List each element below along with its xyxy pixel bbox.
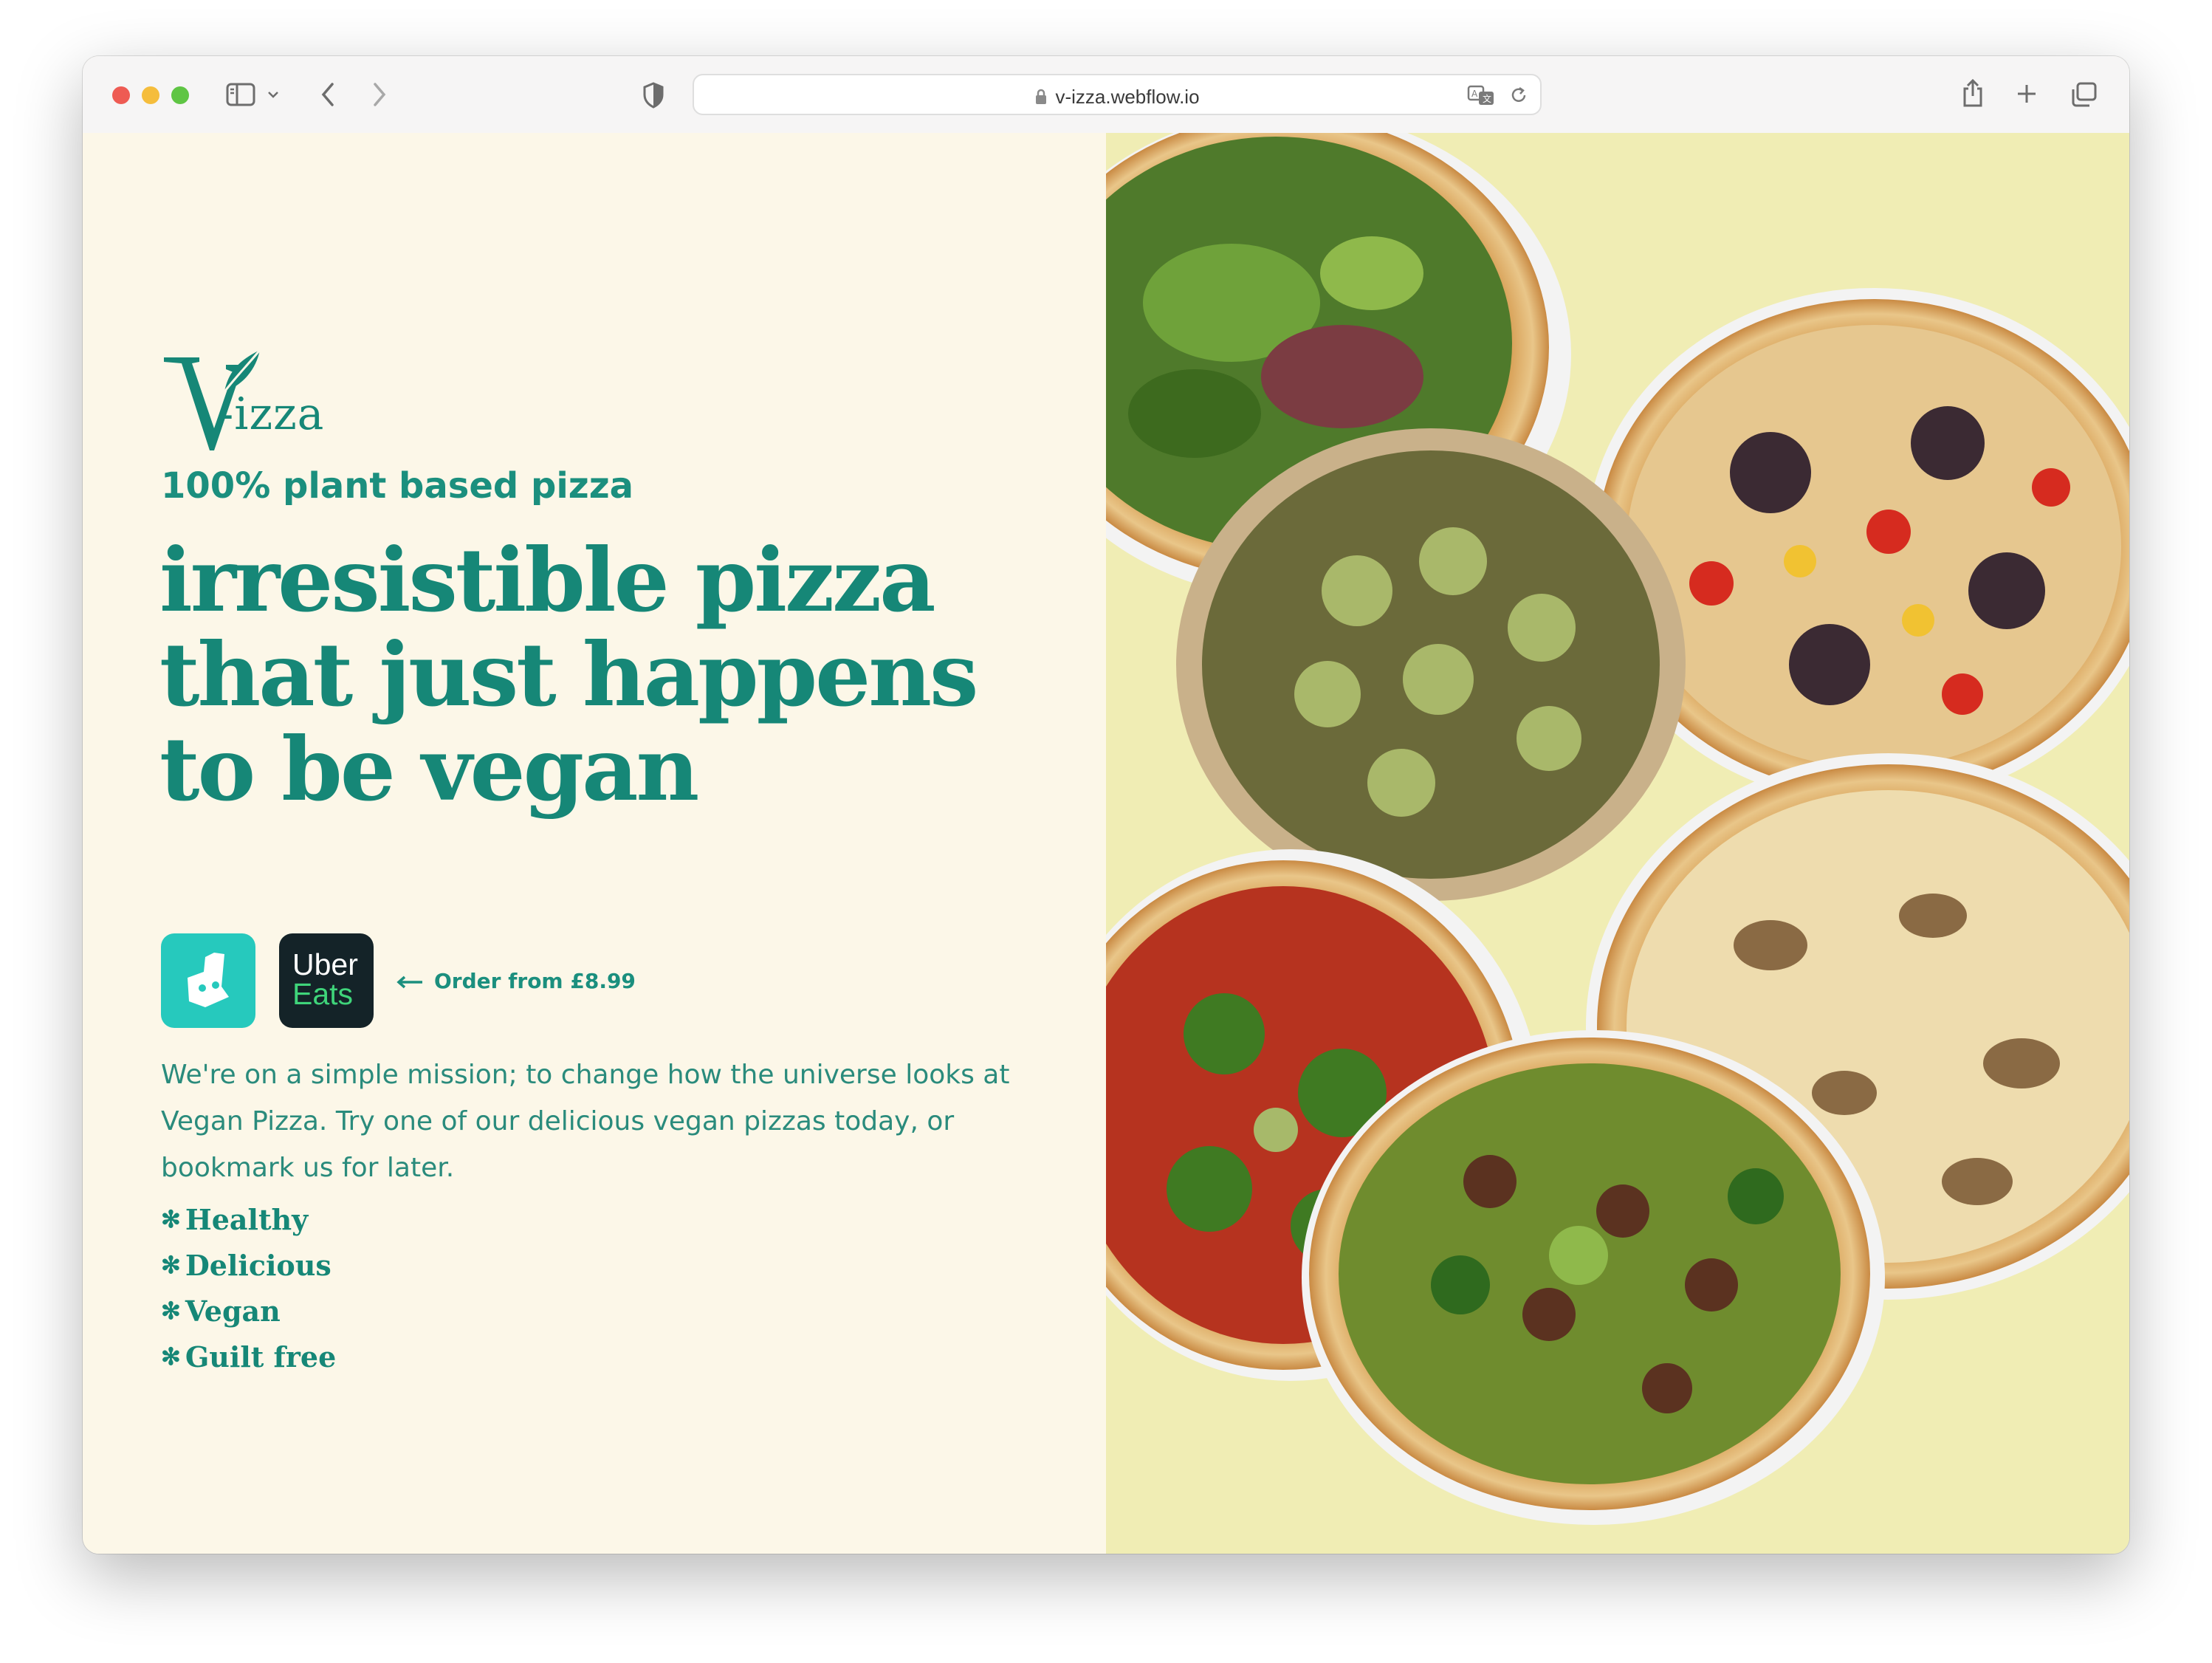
order-price-note: Order from £8.99: [396, 969, 636, 995]
chevron-down-icon[interactable]: [264, 86, 282, 103]
hero-headline: irresistible pizza that just happens to …: [159, 533, 1045, 817]
privacy-shield-icon[interactable]: [641, 81, 666, 109]
pesto-pizza: [1302, 1030, 1885, 1525]
headline-line-1: irresistible pizza: [159, 529, 936, 631]
translate-icon[interactable]: A文: [1466, 83, 1496, 108]
vizza-logo[interactable]: -izza: [161, 347, 338, 458]
browser-toolbar: v-izza.webflow.io A文: [83, 56, 2129, 134]
reload-icon[interactable]: [1508, 84, 1530, 106]
url-text: v-izza.webflow.io: [694, 86, 1540, 111]
browser-window: v-izza.webflow.io A文 -izza 100% plant ba…: [83, 56, 2129, 1554]
svg-text:文: 文: [1483, 93, 1491, 104]
logo-wordmark: -izza: [219, 388, 325, 440]
deliveroo-button[interactable]: [161, 933, 255, 1028]
feature-item: ✻ Vegan: [161, 1294, 281, 1328]
svg-text:A: A: [1471, 89, 1478, 99]
tab-overview-icon[interactable]: [2069, 81, 2098, 108]
feature-item: ✻ Delicious: [161, 1248, 332, 1282]
minimize-window-button[interactable]: [142, 86, 159, 104]
hero-text-panel: -izza 100% plant based pizza irresistibl…: [83, 133, 1106, 1554]
deliveroo-icon: [188, 953, 229, 1007]
order-price-text: Order from £8.99: [434, 969, 636, 993]
mission-line-2: Vegan Pizza. Try one of our delicious ve…: [161, 1106, 955, 1136]
asterisk-icon: ✻: [161, 1343, 181, 1371]
headline-line-3: to be vegan: [159, 718, 699, 820]
mission-paragraph: We're on a simple mission; to change how…: [161, 1052, 1047, 1191]
new-tab-icon[interactable]: [2014, 81, 2039, 106]
headline-line-2: that just happens: [159, 623, 978, 726]
webpage: -izza 100% plant based pizza irresistibl…: [83, 133, 2129, 1554]
zoom-window-button[interactable]: [171, 86, 189, 104]
uber-eats-line-2: Eats: [292, 977, 354, 1011]
sidebar-toggle-icon[interactable]: [224, 81, 257, 108]
uber-eats-button[interactable]: Uber Eats: [279, 933, 374, 1028]
address-bar[interactable]: v-izza.webflow.io A文: [693, 74, 1542, 115]
asterisk-icon: ✻: [161, 1251, 181, 1279]
pizza-collage-image: [1106, 133, 2129, 1525]
feature-item: ✻ Guilt free: [161, 1340, 337, 1374]
forward-icon[interactable]: [366, 80, 393, 109]
lock-icon: [1034, 88, 1048, 111]
asterisk-icon: ✻: [161, 1297, 181, 1325]
pizza-image-panel: [1106, 133, 2129, 1554]
arrow-left-icon: [396, 970, 424, 995]
mission-line-3: bookmark us for later.: [161, 1153, 455, 1183]
mission-line-1: We're on a simple mission; to change how…: [161, 1060, 1010, 1090]
close-window-button[interactable]: [112, 86, 130, 104]
asterisk-icon: ✻: [161, 1205, 181, 1233]
feature-item: ✻ Healthy: [161, 1202, 309, 1236]
feature-list: ✻ Healthy ✻ Delicious ✻ Vegan ✻ Guilt free: [161, 1196, 336, 1379]
back-icon[interactable]: [315, 80, 341, 109]
url-label: v-izza.webflow.io: [1055, 86, 1200, 108]
tagline: 100% plant based pizza: [161, 465, 634, 507]
share-icon[interactable]: [1959, 77, 1986, 109]
uber-eats-line-1: Uber: [292, 947, 358, 981]
courgette-pizza: [1176, 428, 1686, 901]
